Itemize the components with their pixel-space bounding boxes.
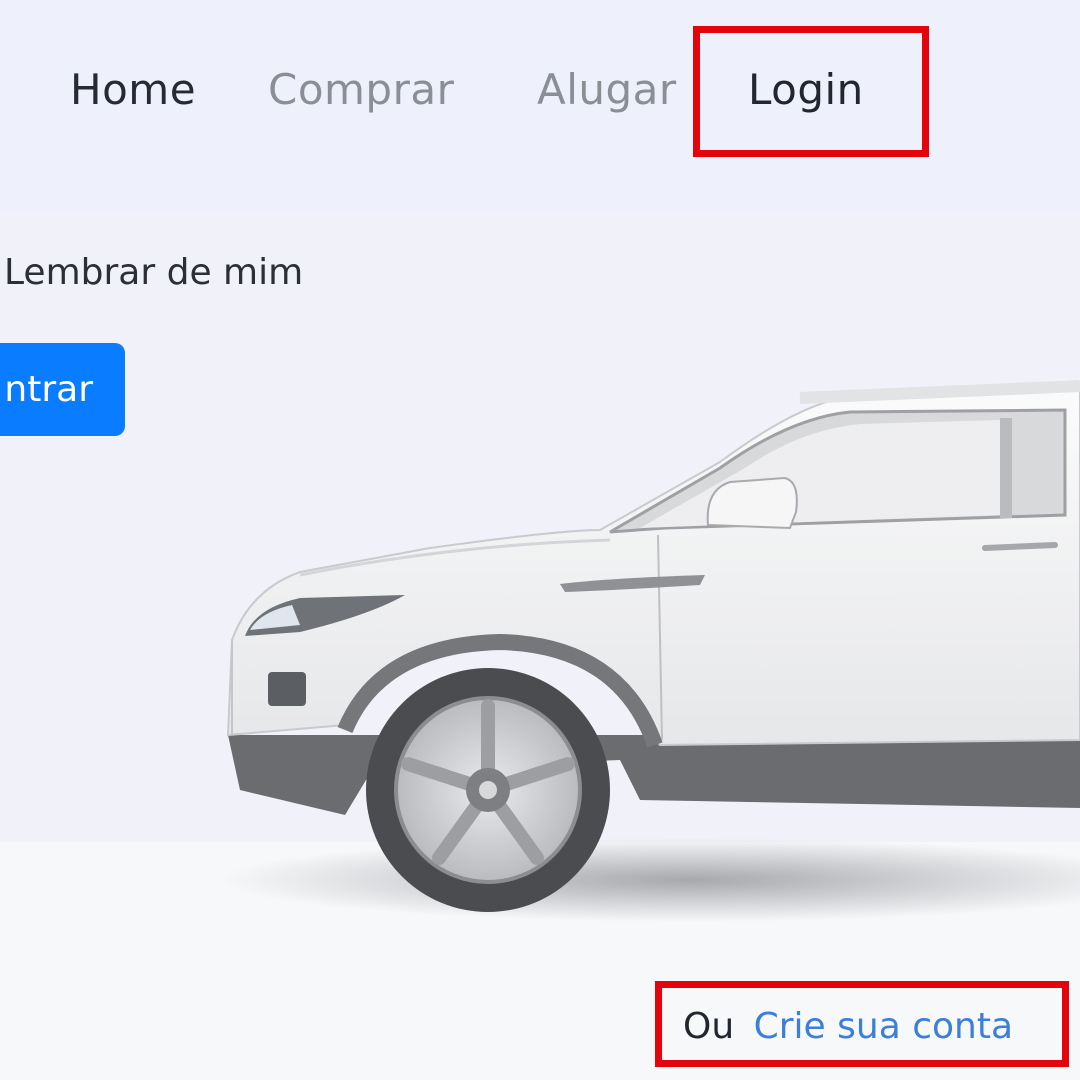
or-text: Ou	[683, 1006, 735, 1047]
signup-prompt: Ou Crie sua conta	[683, 1003, 1013, 1051]
create-account-link[interactable]: Crie sua conta	[754, 1006, 1013, 1047]
submit-button[interactable]: ntrar	[0, 343, 125, 436]
remember-me-label[interactable]: Lembrar de mim	[4, 250, 303, 296]
car-image	[220, 380, 1080, 922]
